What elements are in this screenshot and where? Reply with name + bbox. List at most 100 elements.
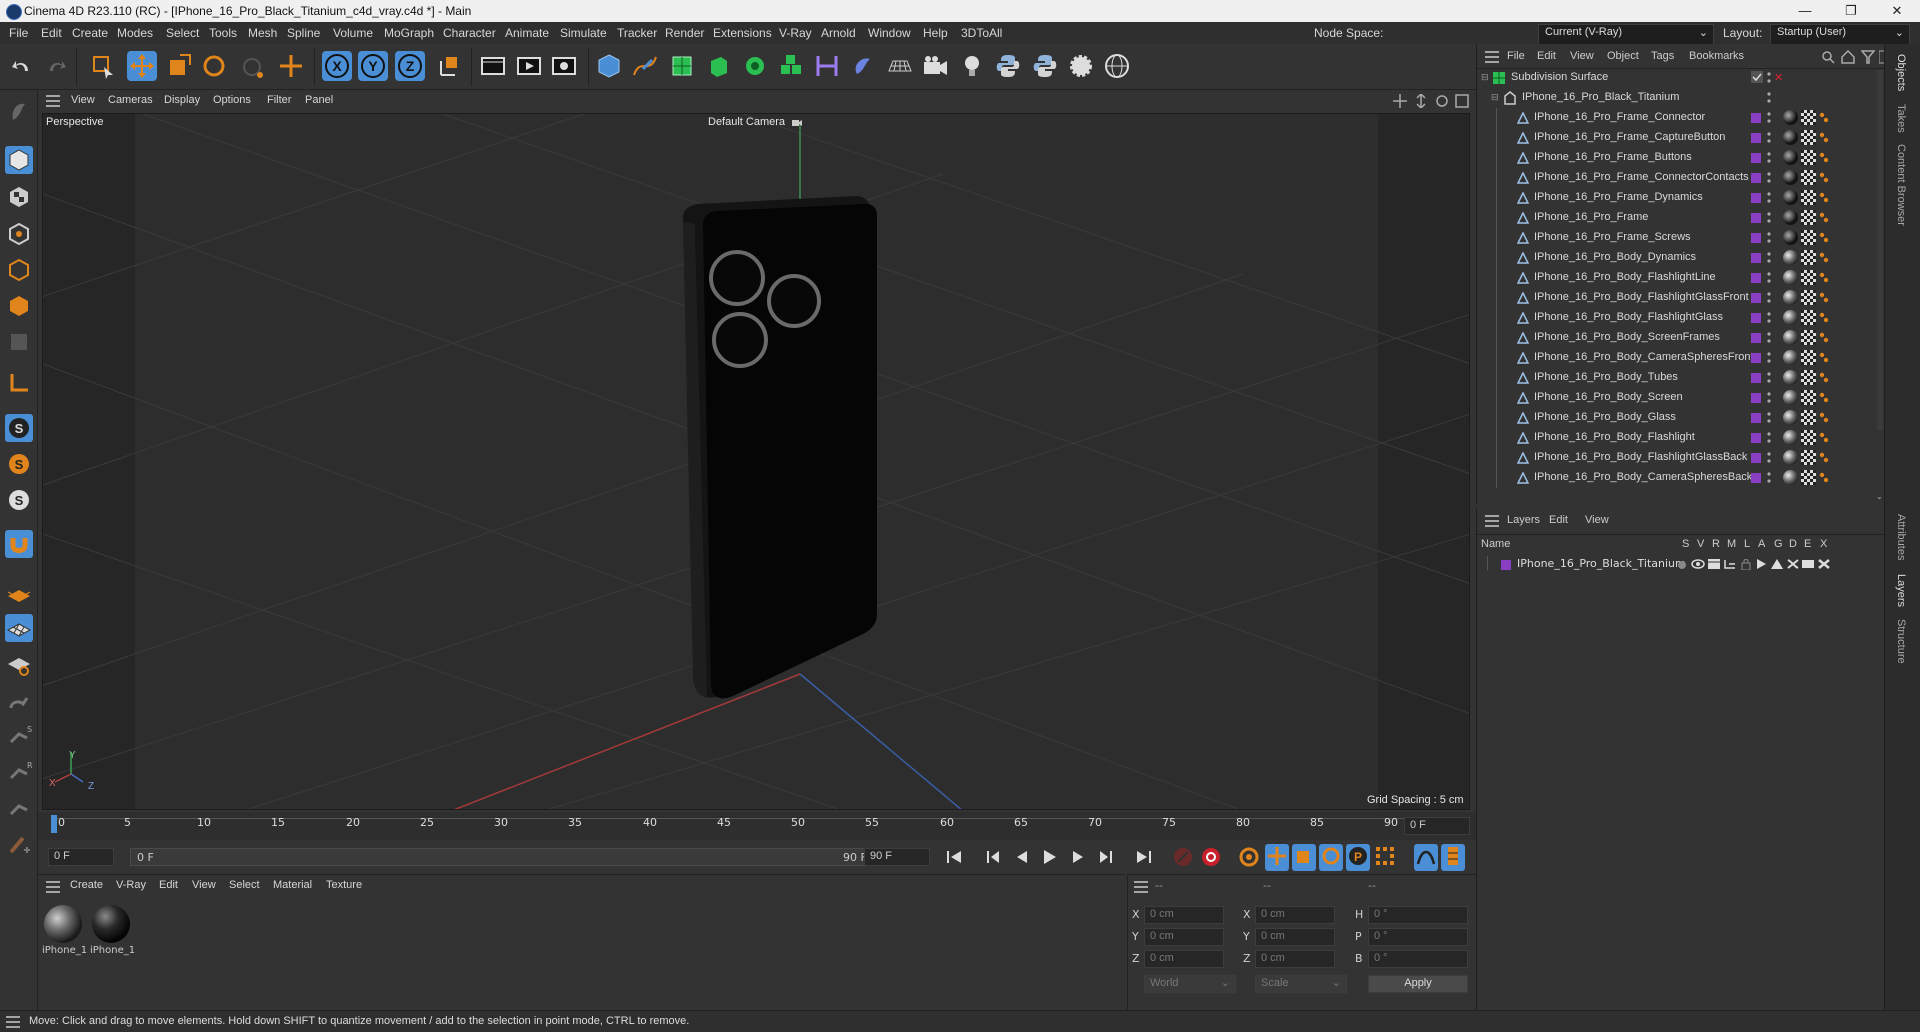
menu-edit[interactable]: Edit — [41, 26, 62, 40]
scale-select[interactable]: Scale ⌄ — [1255, 975, 1347, 993]
layer-column-m[interactable]: M — [1727, 538, 1736, 550]
globe-icon[interactable] — [1102, 51, 1132, 81]
side-tab-content-browser[interactable]: Content Browser — [1895, 144, 1907, 226]
phong-tag-icon[interactable] — [1819, 452, 1829, 464]
layer-color-swatch[interactable] — [1751, 373, 1761, 383]
object-row[interactable]: IPhone_16_Pro_Body_CameraSpheresBack — [1477, 468, 1877, 488]
end-frame-field[interactable]: 90 F — [864, 848, 930, 866]
python-script-icon[interactable] — [1030, 51, 1060, 81]
menu-animate[interactable]: Animate — [505, 26, 549, 40]
object-row[interactable]: IPhone_16_Pro_Body_FlashlightGlassFront — [1477, 288, 1877, 308]
layer-animation-icon[interactable] — [1755, 558, 1767, 573]
uvw-tag-icon[interactable] — [1801, 470, 1816, 485]
layer-render-icon[interactable] — [1707, 558, 1721, 573]
viewport-menu-panel[interactable]: Panel — [305, 94, 333, 106]
material-menu-texture[interactable]: Texture — [326, 879, 362, 891]
cube-object-icon[interactable] — [594, 51, 624, 81]
phong-tag-icon[interactable] — [1819, 172, 1829, 184]
layer-color-swatch[interactable] — [1501, 559, 1511, 570]
world-select[interactable]: World ⌄ — [1144, 975, 1236, 993]
layer-color-swatch[interactable] — [1751, 393, 1761, 403]
size-x-field[interactable]: 0 cm — [1255, 906, 1335, 924]
transform-tool-icon[interactable] — [276, 51, 306, 81]
go-to-end-icon[interactable] — [1134, 848, 1154, 869]
snap-settings-icon[interactable]: S — [5, 450, 33, 478]
uvw-tag-icon[interactable] — [1801, 310, 1816, 325]
material-tag-icon[interactable] — [1783, 130, 1798, 145]
material-tag-icon[interactable] — [1783, 210, 1798, 225]
y-axis-lock-icon[interactable]: Y — [358, 51, 388, 81]
menu-volume[interactable]: Volume — [333, 26, 373, 40]
viewport-menu-cameras[interactable]: Cameras — [108, 94, 153, 106]
current-frame-field[interactable]: 0 F — [1404, 817, 1470, 835]
hamburger-menu-icon[interactable] — [46, 95, 60, 107]
object-menu-tags[interactable]: Tags — [1651, 50, 1674, 62]
hamburger-menu-icon[interactable] — [6, 1016, 20, 1031]
layer-color-swatch[interactable] — [1751, 153, 1761, 163]
paint-tool-icon[interactable] — [5, 830, 33, 858]
render-view-icon[interactable] — [478, 51, 508, 81]
layer-color-swatch[interactable] — [1751, 113, 1761, 123]
visibility-dots[interactable] — [1767, 351, 1771, 365]
object-row[interactable]: IPhone_16_Pro_Frame_Dynamics — [1477, 188, 1877, 208]
scale-tool-icon[interactable] — [164, 51, 194, 81]
uvw-tag-icon[interactable] — [1801, 130, 1816, 145]
position-y-field[interactable]: 0 cm — [1144, 928, 1224, 946]
material-tag-icon[interactable] — [1783, 190, 1798, 205]
edit-check-icon[interactable] — [1751, 71, 1763, 86]
viewport-menu-options[interactable]: Options — [213, 94, 251, 106]
material-tag-icon[interactable] — [1783, 390, 1798, 405]
layer-color-swatch[interactable] — [1751, 313, 1761, 323]
layer-column-l[interactable]: L — [1744, 538, 1750, 550]
interpolation-icon[interactable] — [1414, 844, 1438, 871]
phong-tag-icon[interactable] — [1819, 192, 1829, 204]
hamburger-menu-icon[interactable] — [1485, 515, 1499, 530]
layer-color-swatch[interactable] — [1751, 253, 1761, 263]
phong-tag-icon[interactable] — [1819, 352, 1829, 364]
search-icon[interactable] — [1821, 50, 1835, 67]
make-editable-icon[interactable] — [5, 98, 33, 126]
visibility-dots[interactable] — [1767, 231, 1771, 245]
object-row[interactable]: IPhone_16_Pro_Frame_Screws — [1477, 228, 1877, 248]
rotation-b-field[interactable]: 0 ° — [1368, 950, 1468, 968]
magnet-icon[interactable] — [5, 530, 33, 558]
sculpt-tool-icon[interactable] — [5, 794, 33, 822]
position-x-field[interactable]: 0 cm — [1144, 906, 1224, 924]
go-to-start-icon[interactable] — [944, 848, 964, 869]
hamburger-menu-icon[interactable] — [46, 881, 60, 896]
object-row[interactable]: IPhone_16_Pro_Body_Glass — [1477, 408, 1877, 428]
playhead[interactable] — [51, 815, 57, 833]
material-tag-icon[interactable] — [1783, 230, 1798, 245]
material-tag-icon[interactable] — [1783, 410, 1798, 425]
material-tag-icon[interactable] — [1783, 330, 1798, 345]
menu-tracker[interactable]: Tracker — [617, 26, 657, 40]
visibility-dots[interactable] — [1767, 171, 1771, 185]
object-row-subdivision-surface[interactable]: ⊟ Subdivision Surface ✕ — [1477, 68, 1877, 88]
move-tool-icon[interactable] — [127, 51, 157, 81]
visibility-dots[interactable] — [1767, 211, 1771, 225]
layer-color-swatch[interactable] — [1751, 273, 1761, 283]
phong-tag-icon[interactable] — [1819, 472, 1829, 484]
menu-window[interactable]: Window — [868, 26, 911, 40]
maximize-icon[interactable]: ❐ — [1828, 0, 1874, 22]
previous-frame-icon[interactable] — [1012, 848, 1032, 869]
visibility-dots[interactable] — [1767, 371, 1771, 385]
visibility-dots[interactable] — [1767, 471, 1771, 485]
uvw-tag-icon[interactable] — [1801, 110, 1816, 125]
phong-tag-icon[interactable] — [1819, 132, 1829, 144]
object-menu-view[interactable]: View — [1570, 50, 1594, 62]
object-row[interactable]: IPhone_16_Pro_Frame_CaptureButton — [1477, 128, 1877, 148]
phong-tag-icon[interactable] — [1819, 292, 1829, 304]
workplane-snap-icon[interactable]: S — [5, 486, 33, 514]
object-row[interactable]: IPhone_16_Pro_Body_ScreenFrames — [1477, 328, 1877, 348]
uvw-tag-icon[interactable] — [1801, 330, 1816, 345]
material-menu-vray[interactable]: V-Ray — [116, 879, 146, 891]
side-tab-structure[interactable]: Structure — [1895, 619, 1907, 664]
collapse-icon[interactable]: ⊟ — [1491, 92, 1499, 103]
uvw-tag-icon[interactable] — [1801, 450, 1816, 465]
size-z-field[interactable]: 0 cm — [1255, 950, 1335, 968]
mograph-array-icon[interactable] — [776, 51, 806, 81]
visibility-dots[interactable] — [1767, 451, 1771, 465]
object-row[interactable]: IPhone_16_Pro_Body_Flashlight — [1477, 428, 1877, 448]
uvw-tag-icon[interactable] — [1801, 430, 1816, 445]
